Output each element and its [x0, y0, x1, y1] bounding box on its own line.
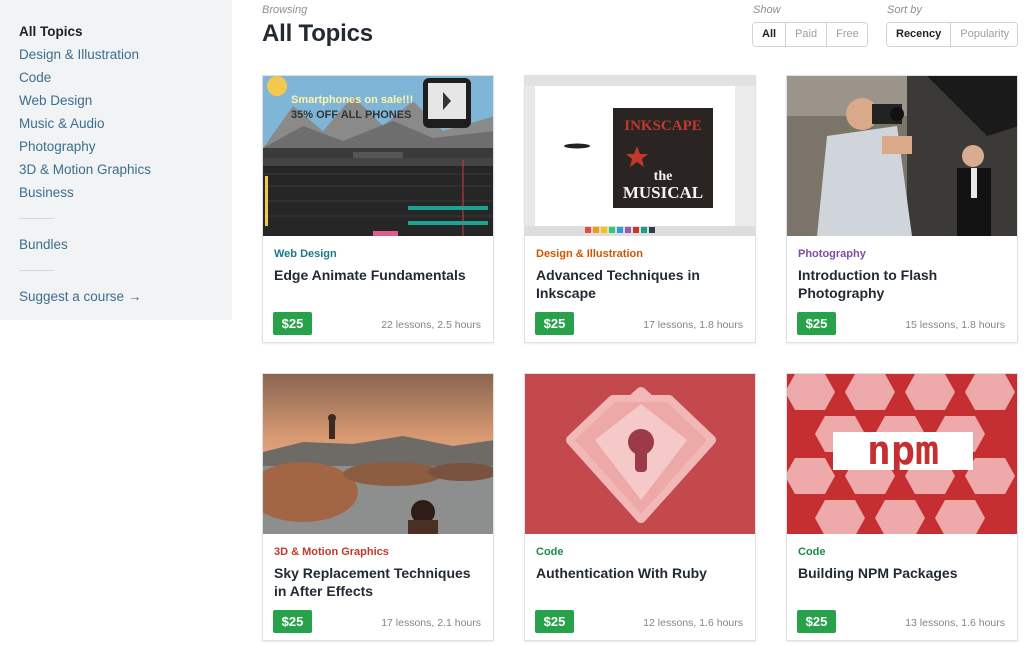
- course-title[interactable]: Sky Replacement Techniques in After Effe…: [274, 564, 484, 600]
- sidebar-item-photography[interactable]: Photography: [19, 135, 213, 158]
- sort-popularity-button[interactable]: Popularity: [950, 23, 1017, 46]
- course-card[interactable]: Smartphones on sale!!! 35% OFF ALL PHONE…: [262, 75, 494, 343]
- course-meta: 12 lessons, 1.6 hours: [643, 617, 743, 629]
- thumb-sale-text: Smartphones on sale!!!: [291, 94, 413, 106]
- show-filter-label: Show: [753, 4, 781, 16]
- show-filter-group: All Paid Free: [752, 22, 868, 47]
- sidebar-item-all-topics[interactable]: All Topics: [19, 20, 213, 43]
- course-thumbnail: [263, 374, 493, 534]
- sort-recency-button[interactable]: Recency: [887, 23, 951, 46]
- sort-label: Sort by: [887, 4, 922, 16]
- course-thumbnail: [787, 76, 1017, 236]
- course-thumbnail: [525, 374, 755, 534]
- course-thumbnail: INKSCAPE the MUSICAL: [525, 76, 755, 236]
- sidebar-item-business[interactable]: Business: [19, 181, 213, 204]
- course-card[interactable]: Code Authentication With Ruby $25 12 les…: [524, 373, 756, 641]
- course-category: 3D & Motion Graphics: [274, 546, 389, 558]
- price-badge: $25: [273, 312, 312, 335]
- sidebar-item-bundles[interactable]: Bundles: [19, 233, 213, 256]
- course-category: Code: [536, 546, 564, 558]
- thumb-inkscape-text: INKSCAPE: [624, 118, 702, 134]
- sidebar-item-code[interactable]: Code: [19, 66, 213, 89]
- sidebar-item-design-illustration[interactable]: Design & Illustration: [19, 43, 213, 66]
- course-card[interactable]: Photography Introduction to Flash Photog…: [786, 75, 1018, 343]
- course-category: Photography: [798, 248, 866, 260]
- thumb-musical-text: MUSICAL: [623, 183, 703, 202]
- sort-group: Recency Popularity: [886, 22, 1018, 47]
- sidebar-item-music-audio[interactable]: Music & Audio: [19, 112, 213, 135]
- thumb-the-text: the: [654, 169, 673, 184]
- suggest-course-link[interactable]: Suggest a course →: [19, 285, 213, 308]
- sidebar: All Topics Design & Illustration Code We…: [0, 0, 232, 320]
- course-title[interactable]: Advanced Techniques in Inkscape: [536, 266, 746, 302]
- page-title: All Topics: [262, 20, 373, 47]
- course-category: Web Design: [274, 248, 337, 260]
- course-card[interactable]: 3D & Motion Graphics Sky Replacement Tec…: [262, 373, 494, 641]
- price-badge: $25: [535, 312, 574, 335]
- course-meta: 17 lessons, 1.8 hours: [643, 319, 743, 331]
- course-category: Code: [798, 546, 826, 558]
- course-thumbnail: npm: [787, 374, 1017, 534]
- sidebar-item-3d-motion[interactable]: 3D & Motion Graphics: [19, 158, 213, 181]
- course-meta: 17 lessons, 2.1 hours: [381, 617, 481, 629]
- sidebar-divider: [19, 270, 55, 271]
- course-title[interactable]: Authentication With Ruby: [536, 564, 746, 582]
- npm-logo-text: npm: [867, 428, 939, 474]
- course-thumbnail: Smartphones on sale!!! 35% OFF ALL PHONE…: [263, 76, 493, 236]
- show-paid-button[interactable]: Paid: [785, 23, 826, 46]
- course-meta: 13 lessons, 1.6 hours: [905, 617, 1005, 629]
- price-badge: $25: [535, 610, 574, 633]
- price-badge: $25: [797, 610, 836, 633]
- course-card[interactable]: npm Code Building NPM Packages $25 13 le…: [786, 373, 1018, 641]
- sidebar-divider: [19, 218, 55, 219]
- course-meta: 22 lessons, 2.5 hours: [381, 319, 481, 331]
- thumb-offer-text: 35% OFF ALL PHONES: [291, 109, 411, 121]
- course-meta: 15 lessons, 1.8 hours: [905, 319, 1005, 331]
- price-badge: $25: [273, 610, 312, 633]
- course-category: Design & Illustration: [536, 248, 643, 260]
- sidebar-item-web-design[interactable]: Web Design: [19, 89, 213, 112]
- course-title[interactable]: Edge Animate Fundamentals: [274, 266, 484, 284]
- show-free-button[interactable]: Free: [826, 23, 867, 46]
- course-title[interactable]: Introduction to Flash Photography: [798, 266, 1008, 302]
- course-title[interactable]: Building NPM Packages: [798, 564, 1008, 582]
- browsing-label: Browsing: [262, 4, 308, 16]
- price-badge: $25: [797, 312, 836, 335]
- show-all-button[interactable]: All: [753, 23, 786, 46]
- course-card[interactable]: INKSCAPE the MUSICAL Design & Illustrati…: [524, 75, 756, 343]
